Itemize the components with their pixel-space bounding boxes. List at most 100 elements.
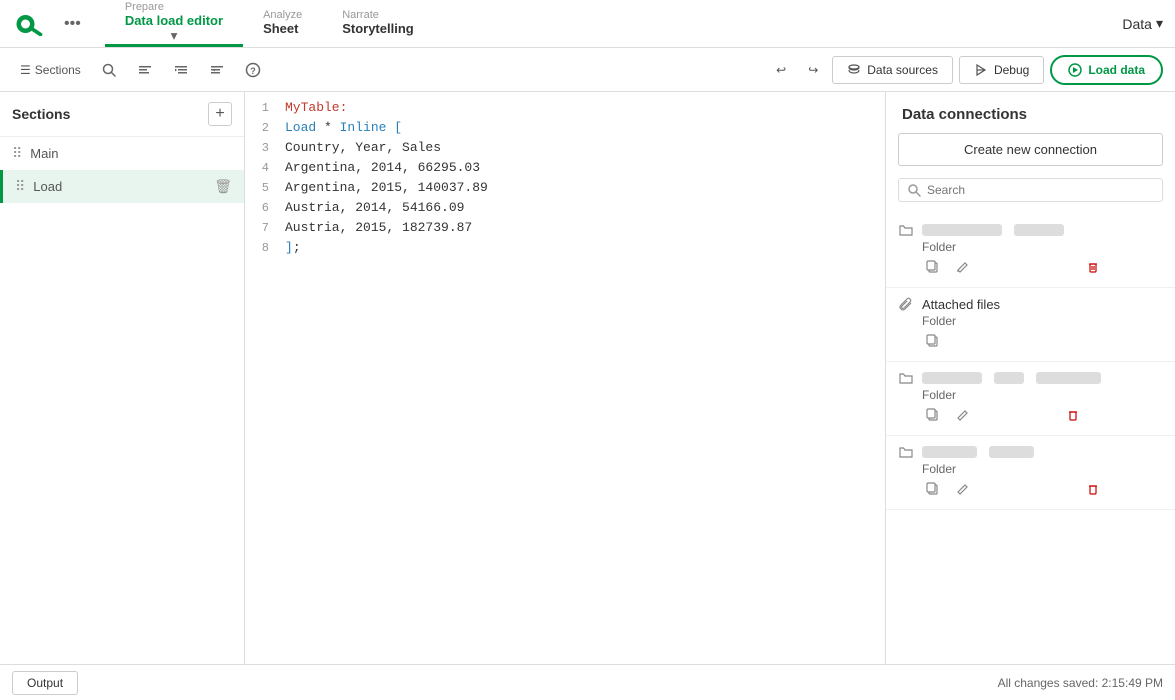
- sidebar-item-load[interactable]: ⠿ Load 🗑: [0, 170, 244, 203]
- connection-edit-button-3[interactable]: [952, 406, 974, 427]
- code-line-7: 7 Austria, 2015, 182739.87: [245, 220, 885, 240]
- connection-name-1b: [1014, 224, 1064, 236]
- add-section-button[interactable]: +: [208, 102, 232, 126]
- connection-name-1: [922, 224, 1002, 236]
- code-editor[interactable]: 1 MyTable: 2 Load * Inline [ 3 Country, …: [245, 92, 885, 664]
- attached-files-actions: [922, 332, 1163, 353]
- connection-edit-button-1[interactable]: [952, 258, 974, 279]
- sections-toggle-button[interactable]: ☰ Sections: [12, 57, 89, 83]
- create-connection-button[interactable]: Create new connection: [898, 133, 1163, 166]
- attached-files-type: Folder: [922, 314, 1163, 328]
- connection-actions-1: [922, 258, 1163, 279]
- data-sources-icon: [847, 63, 861, 77]
- sidebar-item-main[interactable]: ⠿ Main: [0, 137, 244, 170]
- folder-icon-3: [898, 370, 914, 386]
- data-button[interactable]: Data ▾: [1122, 15, 1163, 32]
- outdent-button[interactable]: [201, 56, 233, 84]
- connection-name-3c: [1036, 372, 1101, 384]
- connection-copy-button-1[interactable]: [922, 258, 944, 279]
- help-icon: ?: [245, 62, 261, 78]
- connection-type-3: Folder: [922, 388, 1163, 402]
- connection-item-4: Folder: [886, 436, 1175, 510]
- folder-icon-4: [898, 444, 914, 460]
- connection-name-4b: [989, 446, 1034, 458]
- tab-analyze[interactable]: Analyze Sheet: [243, 0, 322, 47]
- load-data-button[interactable]: Load data: [1050, 55, 1163, 85]
- delete-section-button[interactable]: 🗑: [214, 178, 232, 195]
- connection-name-3a: [922, 372, 982, 384]
- search-button[interactable]: [93, 56, 125, 84]
- delete-icon-1: [1086, 260, 1100, 274]
- connection-copy-button-4[interactable]: [922, 480, 944, 501]
- code-line-3: 3 Country, Year, Sales: [245, 140, 885, 160]
- code-line-6: 6 Austria, 2014, 54166.09: [245, 200, 885, 220]
- connection-item-attached: Attached files Folder: [886, 288, 1175, 362]
- connection-delete-button-3[interactable]: [1062, 406, 1084, 427]
- save-status: All changes saved: 2:15:49 PM: [998, 676, 1163, 690]
- prepare-dropdown[interactable]: ▾: [125, 28, 223, 44]
- help-button[interactable]: ?: [237, 56, 269, 84]
- connection-delete-button-1[interactable]: [1082, 258, 1104, 279]
- delete-icon-3: [1066, 408, 1080, 422]
- connection-actions-3: [922, 406, 1163, 427]
- drag-icon-main: ⠿: [12, 145, 22, 162]
- search-box: [898, 178, 1163, 202]
- code-line-2: 2 Load * Inline [: [245, 120, 885, 140]
- format-icon: [137, 62, 153, 78]
- qlik-logo: [12, 12, 48, 36]
- editor-area: 1 MyTable: 2 Load * Inline [ 3 Country, …: [245, 92, 885, 664]
- copy-icon-3: [926, 408, 940, 422]
- prepare-label: Prepare: [125, 1, 223, 13]
- connection-item-3: Folder: [886, 362, 1175, 436]
- delete-icon-4: [1086, 482, 1100, 496]
- connection-copy-button-3[interactable]: [922, 406, 944, 427]
- tab-prepare[interactable]: Prepare Data load editor ▾: [105, 0, 243, 47]
- debug-button[interactable]: Debug: [959, 56, 1044, 84]
- tab-narrate[interactable]: Narrate Storytelling: [322, 0, 434, 47]
- top-nav: ••• Prepare Data load editor ▾ Analyze S…: [0, 0, 1175, 48]
- output-button[interactable]: Output: [12, 671, 78, 695]
- copy-icon-1: [926, 260, 940, 274]
- right-panel: Data connections Create new connection F…: [885, 92, 1175, 664]
- format-button[interactable]: [129, 56, 161, 84]
- more-menu-button[interactable]: •••: [56, 11, 89, 37]
- attached-files-label: Attached files: [922, 297, 1000, 312]
- code-line-8: 8 ];: [245, 240, 885, 260]
- undo-button[interactable]: ↩: [768, 57, 794, 83]
- attached-copy-button[interactable]: [922, 332, 944, 353]
- sidebar-items: ⠿ Main ⠿ Load 🗑: [0, 137, 244, 664]
- search-connections-input[interactable]: [927, 183, 1154, 197]
- search-icon: [101, 62, 117, 78]
- data-connections-title: Data connections: [886, 92, 1175, 133]
- connection-edit-button-4[interactable]: [952, 480, 974, 501]
- connection-type-1: Folder: [922, 240, 1163, 254]
- indent-button[interactable]: [165, 56, 197, 84]
- debug-icon: [974, 63, 988, 77]
- narrate-sub: Storytelling: [342, 21, 414, 36]
- svg-text:?: ?: [250, 66, 256, 76]
- redo-button[interactable]: ↪: [800, 57, 826, 83]
- load-data-icon: [1068, 63, 1082, 77]
- sidebar-title: Sections: [12, 106, 70, 122]
- edit-icon-1: [956, 260, 970, 274]
- edit-icon-3: [956, 408, 970, 422]
- sidebar-header: Sections +: [0, 92, 244, 137]
- analyze-label: Analyze: [263, 9, 302, 21]
- edit-icon-4: [956, 482, 970, 496]
- connection-actions-4: [922, 480, 1163, 501]
- narrate-label: Narrate: [342, 9, 414, 21]
- status-bar: Output All changes saved: 2:15:49 PM: [0, 664, 1175, 700]
- connection-item-1: Folder: [886, 214, 1175, 288]
- connection-delete-button-4[interactable]: [1082, 480, 1104, 501]
- nav-center: Data ▾: [1122, 15, 1163, 32]
- drag-icon-load: ⠿: [15, 178, 25, 195]
- copy-icon-4: [926, 482, 940, 496]
- main-area: Sections + ⠿ Main ⠿ Load 🗑 1 MyTable: 2 …: [0, 92, 1175, 664]
- data-sources-button[interactable]: Data sources: [832, 56, 953, 84]
- sidebar-item-main-label: Main: [30, 146, 232, 161]
- code-line-4: 4 Argentina, 2014, 66295.03: [245, 160, 885, 180]
- sidebar-item-load-label: Load: [33, 179, 206, 194]
- folder-icon-1: [898, 222, 914, 238]
- analyze-sub: Sheet: [263, 21, 302, 36]
- copy-icon-attached: [926, 334, 940, 348]
